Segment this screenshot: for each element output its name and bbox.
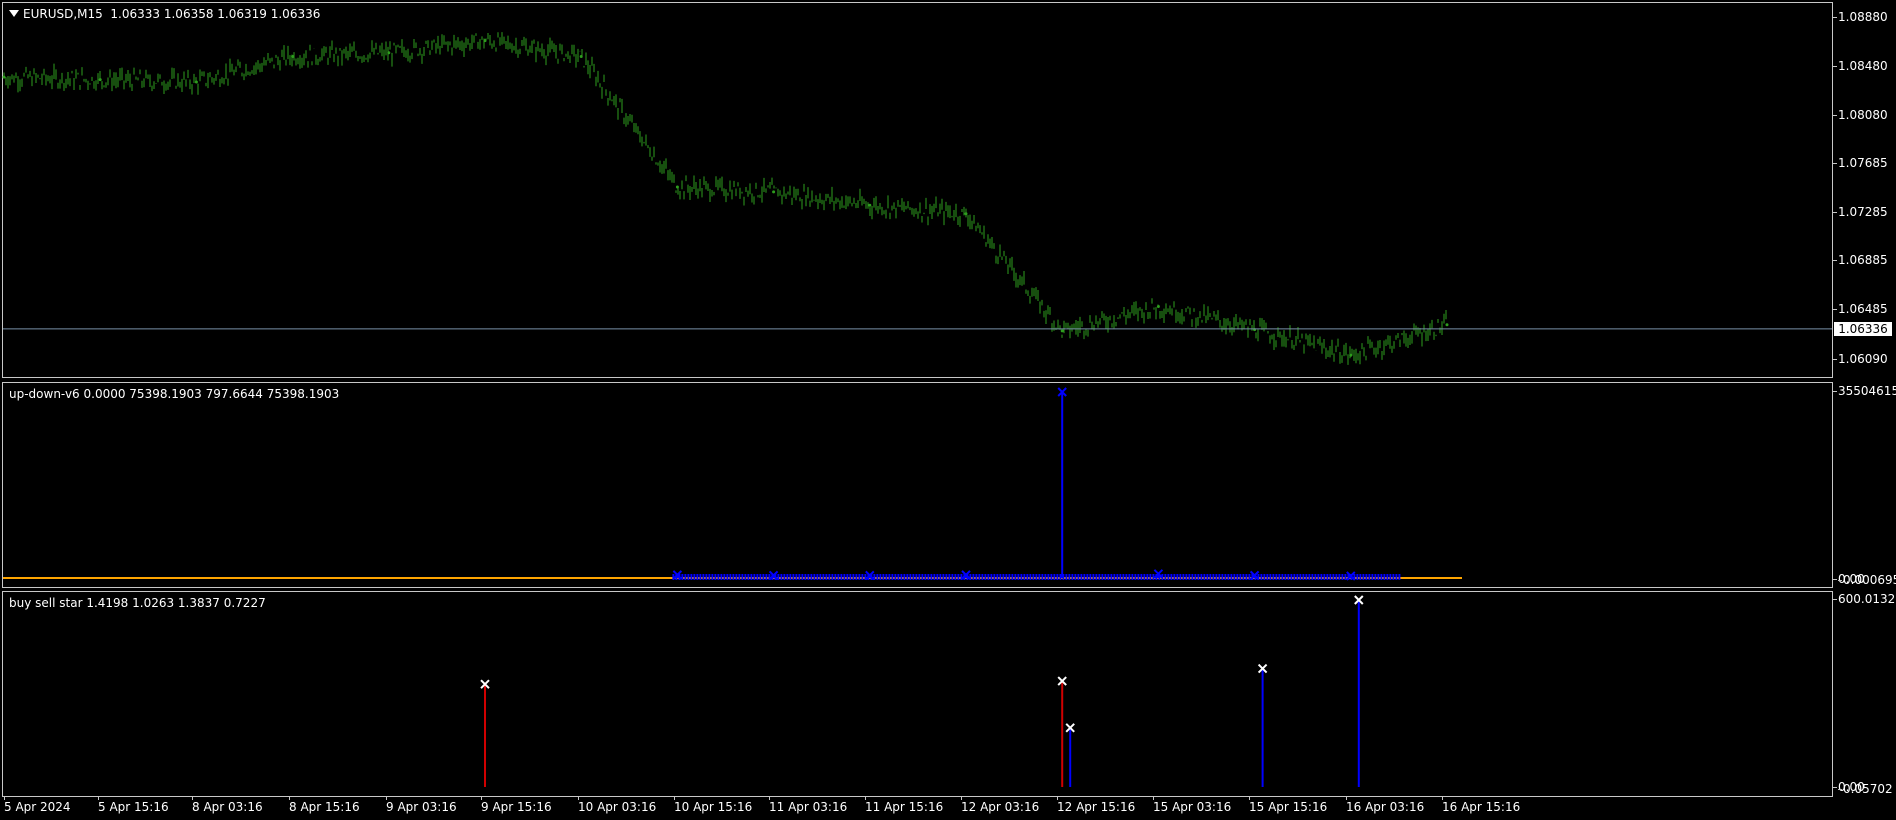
price-point <box>1060 329 1064 333</box>
y-tick: 1.08880 <box>1833 10 1888 24</box>
x-tick: 12 Apr 15:16 <box>1057 796 1136 814</box>
x-tick: 5 Apr 15:16 <box>98 796 169 814</box>
x-tick: 11 Apr 03:16 <box>769 796 848 814</box>
y-tick: 1.07685 <box>1833 156 1888 170</box>
x-tick: 5 Apr 2024 <box>4 796 71 814</box>
x-tick: 12 Apr 03:16 <box>961 796 1040 814</box>
current-price-badge: 1.06336 <box>1834 322 1892 336</box>
y-tick: 355046150 <box>1833 384 1896 398</box>
price-point <box>1156 304 1160 308</box>
price-point <box>1445 323 1449 327</box>
y-tick: 1.06485 <box>1833 302 1888 316</box>
chart-canvas <box>2 32 1832 787</box>
x-tick: 15 Apr 15:16 <box>1249 796 1328 814</box>
x-tick: 15 Apr 03:16 <box>1153 796 1232 814</box>
x-tick: 9 Apr 03:16 <box>386 796 457 814</box>
y-tick: 1.06090 <box>1833 352 1888 366</box>
price-point <box>868 203 872 207</box>
x-tick: 11 Apr 15:16 <box>865 796 944 814</box>
y-tick: 0.0006959 <box>1838 573 1896 587</box>
x-tick: 10 Apr 15:16 <box>674 796 753 814</box>
y-tick: 600.0132 <box>1832 592 1896 606</box>
x-tick: 9 Apr 15:16 <box>481 796 552 814</box>
price-point <box>772 190 776 194</box>
x-tick: 16 Apr 15:16 <box>1442 796 1521 814</box>
y-tick: 1.08480 <box>1833 59 1888 73</box>
x-tick: 10 Apr 03:16 <box>578 796 657 814</box>
y-tick: 1.07285 <box>1833 205 1888 219</box>
x-tick: 8 Apr 15:16 <box>289 796 360 814</box>
x-tick: 16 Apr 03:16 <box>1346 796 1425 814</box>
y-tick: 1.06885 <box>1833 253 1888 267</box>
x-tick: 8 Apr 03:16 <box>192 796 263 814</box>
y-tick: 1.08080 <box>1833 108 1888 122</box>
y-tick: 0.05702 <box>1838 782 1893 796</box>
